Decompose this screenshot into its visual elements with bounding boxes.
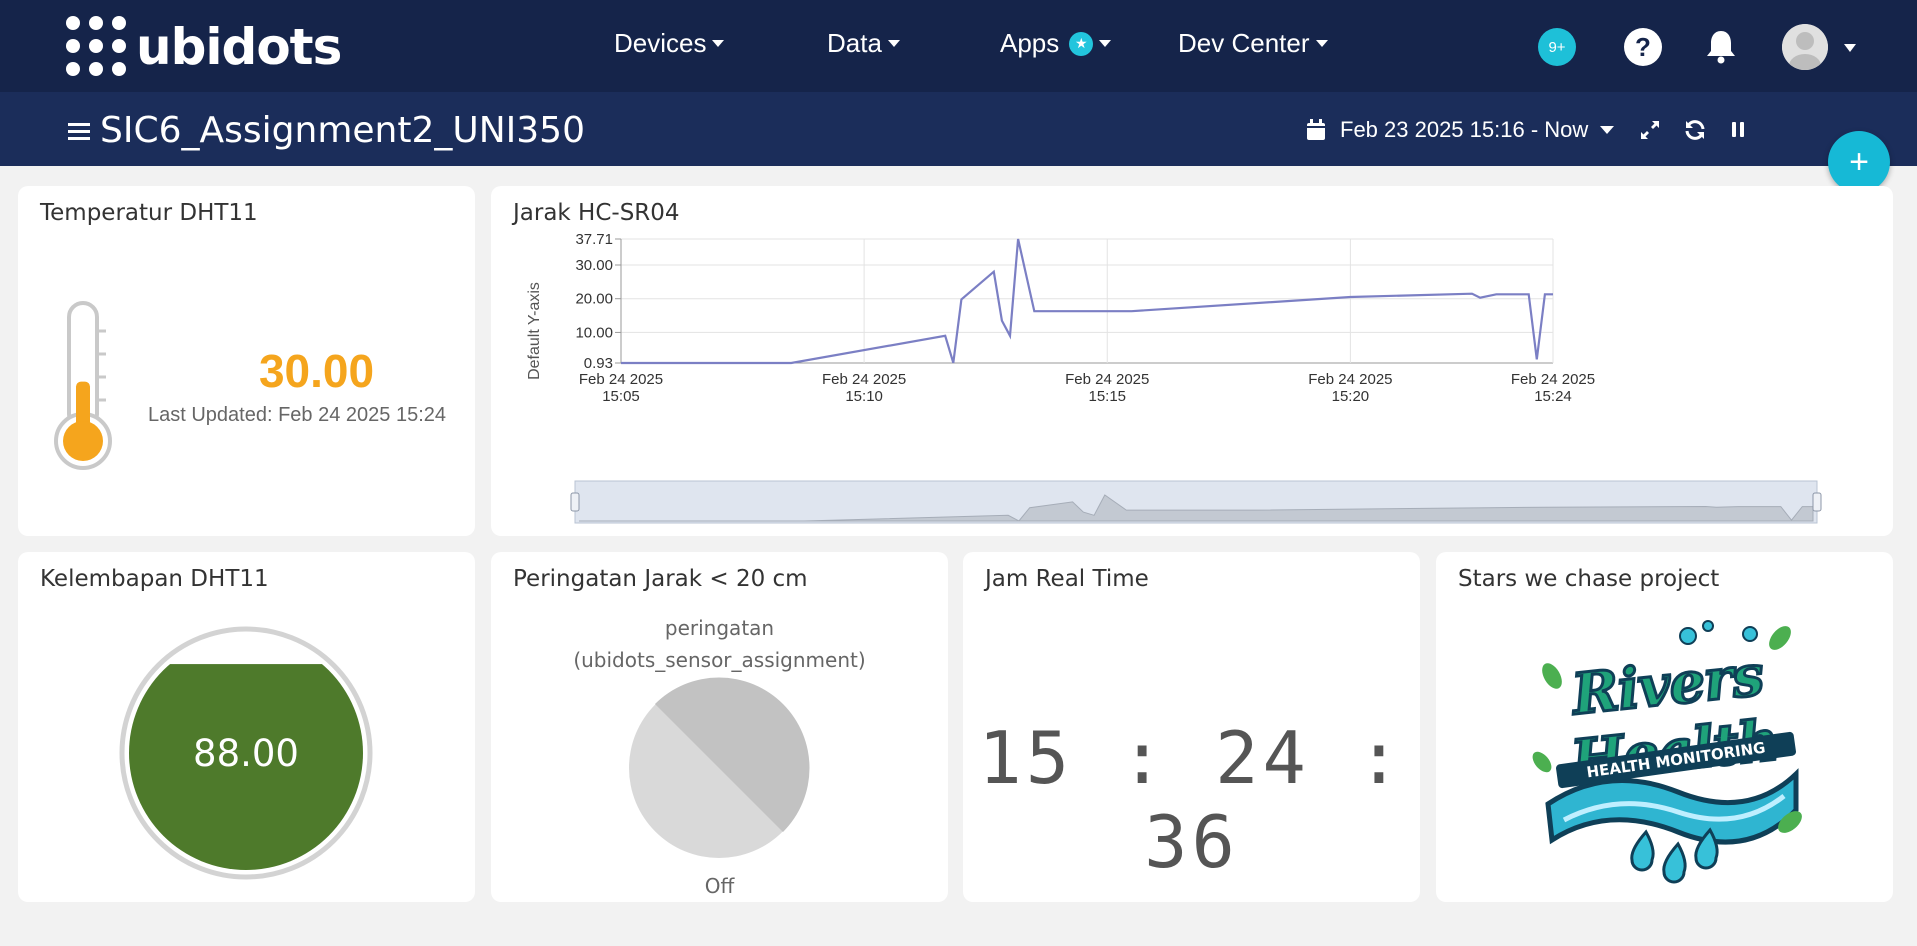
widget-title: Peringatan Jarak < 20 cm [513, 566, 808, 592]
x-tick-date: Feb 24 2025 [1065, 371, 1149, 388]
date-range-label: Feb 23 2025 15:16 - Now [1340, 117, 1589, 142]
x-tick-time: 15:24 [1534, 388, 1572, 405]
project-image-widget[interactable]: Stars we chase project Rivers Health HEA… [1436, 552, 1893, 902]
x-tick-time: 15:15 [1088, 388, 1126, 405]
distance-chart-widget[interactable]: Jarak HC-SR04 37.71 30.00 20.00 10.00 0.93 Fe… [491, 186, 1893, 536]
x-tick-date: Feb 24 2025 [1511, 371, 1595, 388]
x-tick-date: Feb 24 2025 [822, 371, 906, 388]
y-tick-label: 30.00 [575, 257, 613, 274]
series-line[interactable] [621, 238, 1553, 365]
expand-icon[interactable] [1638, 118, 1662, 142]
bell-icon[interactable] [1704, 28, 1738, 64]
nav-data-label: Data [827, 28, 882, 58]
help-icon[interactable]: ? [1624, 28, 1662, 66]
date-range-picker[interactable]: Feb 23 2025 15:16 - Now [1306, 117, 1615, 143]
chevron-down-icon [712, 40, 725, 47]
nav-dev-center[interactable]: Dev Center [1178, 28, 1328, 59]
pause-icon[interactable] [1726, 118, 1750, 142]
nav-devices-label: Devices [614, 28, 707, 58]
variable-name: peringatan [664, 616, 775, 640]
chevron-down-icon [887, 40, 900, 47]
nav-dev-center-label: Dev Center [1178, 28, 1310, 58]
widget-title: Stars we chase project [1458, 566, 1720, 592]
x-tick-time: 15:05 [602, 388, 640, 405]
ubidots-logo[interactable]: ubidots [66, 16, 342, 78]
calendar-icon [1307, 119, 1325, 140]
chevron-down-icon [1600, 126, 1615, 134]
x-tick-date: Feb 24 2025 [579, 371, 663, 388]
nav-data[interactable]: Data [827, 28, 900, 59]
humidity-value: 88.00 [193, 732, 299, 775]
last-updated-label: Last Updated: Feb 24 2025 15:24 [148, 404, 447, 426]
clock-display: 15 : 24 : 36 [978, 716, 1405, 884]
chevron-down-icon [1315, 40, 1328, 47]
y-tick-label: 0.93 [584, 355, 613, 372]
x-tick-time: 15:10 [845, 388, 883, 405]
chevron-down-icon [1099, 40, 1112, 47]
chevron-down-icon[interactable] [1844, 44, 1856, 52]
distance-warning-widget[interactable]: Peringatan Jarak < 20 cm peringatan (ubi… [491, 552, 948, 902]
notification-count-badge[interactable]: 9+ [1538, 28, 1576, 66]
temperature-widget[interactable]: Temperatur DHT11 30.00 Last Updated: Feb… [18, 186, 475, 536]
navigator-left-handle[interactable] [570, 492, 580, 512]
indicator-state: Off [704, 874, 735, 898]
y-tick-label: 10.00 [575, 324, 613, 341]
refresh-icon[interactable] [1683, 118, 1707, 142]
user-avatar-icon [1782, 24, 1828, 70]
navigator-right-handle[interactable] [1812, 492, 1822, 512]
device-name: (ubidots_sensor_assignment) [573, 648, 866, 672]
nav-apps[interactable]: Apps ★ [1000, 28, 1112, 59]
clock-widget[interactable]: Jam Real Time 15 : 24 : 36 [963, 552, 1420, 902]
logo-dots-icon [66, 16, 128, 78]
nav-apps-label: Apps [1000, 28, 1060, 58]
star-icon: ★ [1069, 31, 1094, 56]
add-widget-button[interactable]: + [1828, 131, 1890, 193]
logo-text: ubidots [136, 18, 342, 76]
indicator-light [629, 677, 810, 858]
dashboard-title[interactable]: SIC6_Assignment2_UNI350 [100, 110, 585, 151]
widget-title: Temperatur DHT11 [40, 200, 258, 226]
nav-devices[interactable]: Devices [614, 28, 725, 59]
humidity-widget[interactable]: Kelembapan DHT11 88.00 [18, 552, 475, 902]
line-chart[interactable]: 37.7130.0020.0010.000.93Feb 24 202515:05… [491, 186, 1893, 536]
y-axis-label: Default Y-axis [526, 282, 543, 380]
menu-icon[interactable] [68, 123, 90, 141]
temperature-value: 30.00 [258, 345, 375, 397]
x-tick-time: 15:20 [1332, 388, 1370, 405]
widget-title: Jam Real Time [985, 566, 1149, 592]
y-tick-label: 37.71 [575, 231, 613, 248]
widget-title: Kelembapan DHT11 [40, 566, 269, 592]
avatar[interactable] [1782, 24, 1828, 70]
y-tick-label: 20.00 [575, 291, 613, 308]
x-tick-date: Feb 24 2025 [1308, 371, 1392, 388]
